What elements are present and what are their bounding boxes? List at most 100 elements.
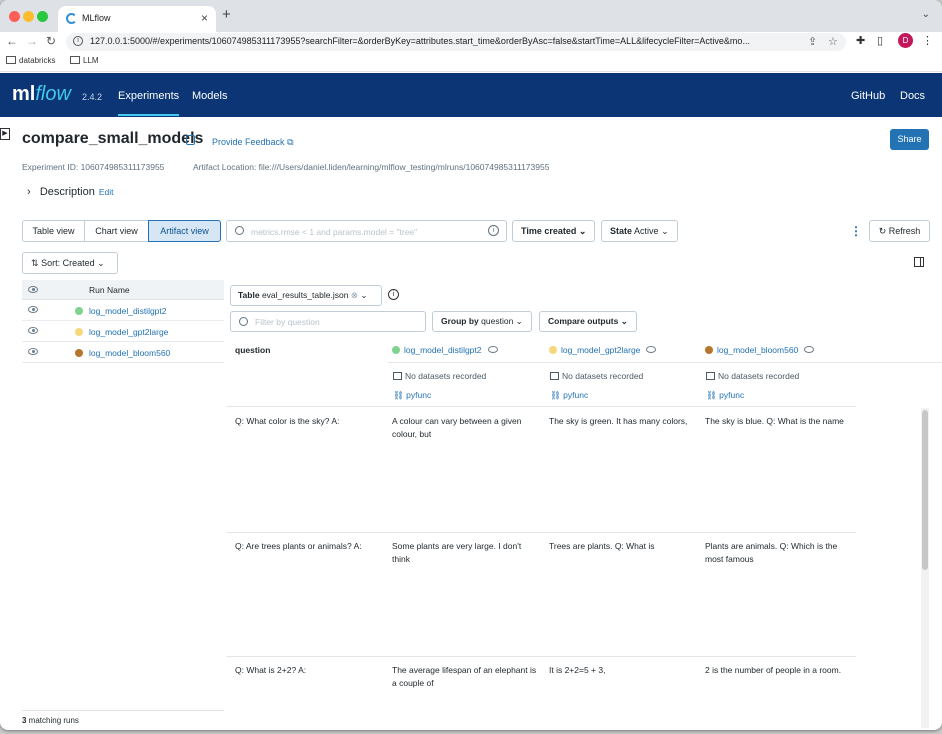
output-cell: It is 2+2=5 + 3, (549, 665, 606, 675)
back-icon[interactable]: ← (6, 34, 18, 48)
run-name-link[interactable]: log_model_distilgpt2 (89, 306, 167, 316)
maximize-window-button[interactable] (37, 11, 48, 22)
eye-icon[interactable] (646, 346, 657, 353)
close-window-button[interactable] (9, 11, 20, 22)
provide-feedback-link[interactable]: Provide Feedback ⧉ (212, 137, 294, 148)
run-column-header[interactable]: log_model_distilgpt2 (392, 345, 498, 355)
eye-icon[interactable] (28, 306, 38, 313)
mlflow-logo[interactable]: mlflow (12, 83, 71, 106)
model-flavor-link[interactable]: ⛓ pyfunc (706, 390, 744, 401)
run-column-name[interactable]: log_model_bloom560 (717, 345, 798, 355)
compare-outputs-dropdown[interactable]: Compare outputs ⌄ (539, 311, 637, 332)
eye-icon[interactable] (28, 286, 38, 293)
url-bar[interactable]: i 127.0.0.1:5000/#/experiments/106074985… (66, 33, 846, 51)
share-button[interactable]: Share (890, 129, 929, 150)
new-tab-icon[interactable]: + (222, 6, 231, 23)
minimize-window-button[interactable] (23, 11, 34, 22)
info-icon[interactable]: i (488, 225, 499, 236)
table-row[interactable]: log_model_distilgpt2 (22, 300, 224, 321)
model-flavor-link[interactable]: ⛓ pyfunc (393, 390, 431, 401)
search-placeholder: metrics.rmse < 1 and params.model = "tre… (251, 227, 418, 237)
bookmark-star-icon[interactable]: ☆ (828, 35, 838, 48)
chevron-down-icon[interactable]: ⌄ (922, 9, 930, 20)
table-label: Table (238, 290, 260, 300)
nav-github[interactable]: GitHub (851, 90, 885, 102)
folder-icon (70, 56, 80, 64)
side-panel-icon[interactable]: ▯ (877, 34, 883, 47)
state-dropdown[interactable]: State Active ⌄ (601, 220, 678, 242)
chevron-down-icon: ⌄ (515, 316, 523, 326)
info-icon[interactable]: i (388, 289, 399, 300)
edit-description-link[interactable]: Edit (99, 187, 114, 197)
bookmarks-bar: databricks LLM (0, 52, 942, 72)
browser-window: MLflow × + ⌄ ← → ↻ i 127.0.0.1:5000/#/ex… (0, 0, 942, 730)
table-icon (393, 372, 402, 380)
close-tab-icon[interactable]: × (201, 11, 208, 25)
browser-menu-icon[interactable]: ⋮ (922, 34, 933, 47)
page-title: compare_small_models (22, 130, 204, 147)
nav-experiments[interactable]: Experiments (118, 90, 180, 116)
eye-icon[interactable] (28, 348, 38, 355)
nav-models[interactable]: Models (192, 90, 227, 102)
table-icon (550, 372, 559, 380)
time-created-dropdown[interactable]: Time created ⌄ (512, 220, 596, 242)
run-column-header[interactable]: log_model_gpt2large (549, 345, 657, 355)
run-color-dot (705, 346, 713, 354)
runs-search-input[interactable]: metrics.rmse < 1 and params.model = "tre… (226, 220, 507, 242)
artifact-view-button[interactable]: Artifact view (148, 220, 221, 242)
chart-view-button[interactable]: Chart view (84, 220, 149, 242)
scrollbar-thumb[interactable] (922, 410, 928, 570)
search-icon (235, 226, 244, 235)
time-created-label: Time created (521, 226, 577, 236)
table-row[interactable]: log_model_bloom560 (22, 342, 224, 363)
chevron-down-icon: ⌄ (97, 258, 105, 268)
divider (226, 532, 856, 533)
matching-runs-label: matching runs (26, 716, 79, 725)
run-column-name[interactable]: log_model_distilgpt2 (404, 345, 482, 355)
output-cell: Trees are plants. Q: What is (549, 541, 655, 551)
run-column-name[interactable]: log_model_gpt2large (561, 345, 640, 355)
address-bar-row: ← → ↻ i 127.0.0.1:5000/#/experiments/106… (0, 32, 942, 52)
group-by-dropdown[interactable]: Group by question ⌄ (432, 311, 532, 332)
share-page-icon[interactable]: ⇪ (808, 35, 817, 48)
table-view-button[interactable]: Table view (22, 220, 85, 242)
eye-icon[interactable] (487, 346, 498, 353)
browser-tab[interactable]: MLflow × (58, 6, 216, 32)
model-flavor-text: pyfunc (563, 390, 589, 400)
forward-icon[interactable]: → (26, 34, 38, 48)
extensions-icon[interactable]: ✚ (856, 34, 865, 47)
model-flavor-link[interactable]: ⛓ pyfunc (550, 390, 588, 401)
run-column-header[interactable]: log_model_bloom560 (705, 345, 815, 355)
refresh-icon: ↻ (878, 226, 887, 236)
matching-runs-footer: 3 matching runs (22, 710, 224, 725)
sort-dropdown[interactable]: ⇅ Sort: Created ⌄ (22, 252, 118, 274)
more-options-icon[interactable]: ⋮ (850, 224, 862, 238)
logo-ml-text: ml (12, 83, 36, 105)
run-name-column-header[interactable]: Run Name (89, 285, 130, 295)
url-text[interactable]: 127.0.0.1:5000/#/experiments/10607498531… (90, 36, 800, 46)
chevron-down-icon: ⌄ (661, 226, 669, 236)
question-filter-input[interactable]: Filter by question (230, 311, 426, 332)
filter-placeholder: Filter by question (255, 317, 320, 327)
question-cell: Q: What color is the sky? A: (235, 416, 340, 426)
copy-icon[interactable] (186, 135, 195, 145)
profile-avatar[interactable]: D (898, 33, 913, 48)
nav-docs[interactable]: Docs (900, 90, 925, 102)
eye-icon[interactable] (804, 346, 815, 353)
reload-icon[interactable]: ↻ (46, 34, 56, 48)
sidebar-toggle-icon[interactable]: ▶ (0, 128, 10, 140)
output-cell: The average lifespan of an elephant is a… (392, 665, 537, 688)
site-info-icon[interactable]: i (73, 36, 83, 46)
clear-icon[interactable]: ⊗ (351, 290, 358, 300)
run-name-link[interactable]: log_model_gpt2large (89, 327, 168, 337)
table-row[interactable]: log_model_gpt2large (22, 321, 224, 342)
run-name-link[interactable]: log_model_bloom560 (89, 348, 170, 358)
description-toggle[interactable]: › Description Edit (27, 186, 114, 198)
bookmark-databricks[interactable]: databricks (6, 56, 55, 65)
no-datasets-text: No datasets recorded (718, 371, 800, 381)
eye-icon[interactable] (28, 327, 38, 334)
table-select-dropdown[interactable]: Table eval_results_table.json ⊗ ⌄ (230, 285, 382, 306)
toggle-panel-icon[interactable] (914, 257, 924, 267)
refresh-button[interactable]: ↻ Refresh (869, 220, 930, 242)
bookmark-llm[interactable]: LLM (70, 56, 99, 65)
